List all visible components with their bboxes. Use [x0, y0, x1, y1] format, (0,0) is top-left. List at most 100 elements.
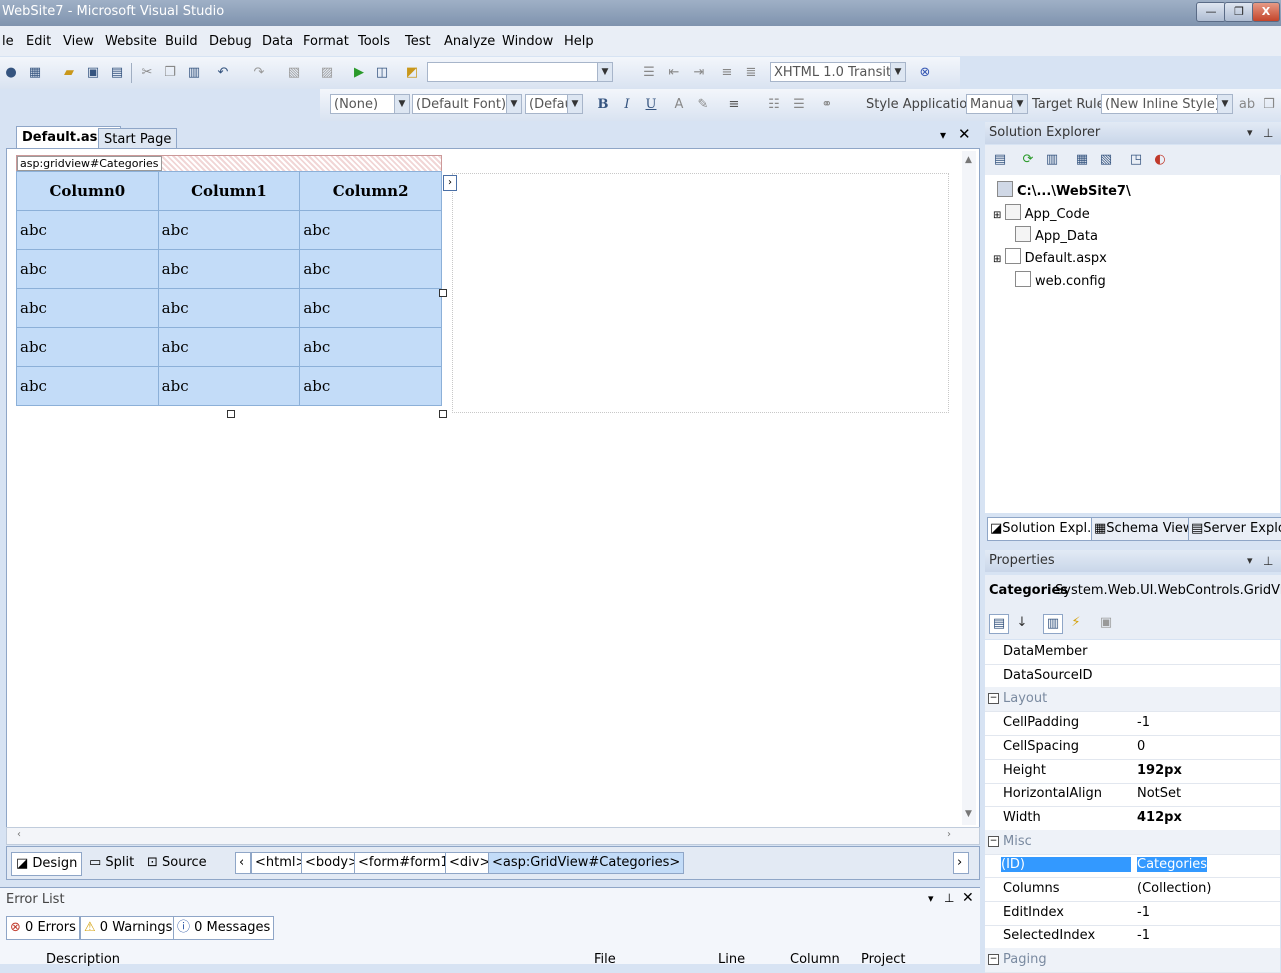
find-in-files-icon[interactable]: ◩ [403, 64, 421, 82]
bullets-icon[interactable]: ☷ [765, 96, 783, 114]
property-value[interactable]: -1 [1137, 715, 1150, 730]
property-row[interactable]: EditIndex -1 [985, 901, 1280, 926]
open-folder-icon[interactable]: ▰ [60, 64, 78, 82]
tab-server-explorer[interactable]: ▤Server Explore [1188, 517, 1281, 541]
tree-item-app-data[interactable]: App_Data [1015, 226, 1098, 244]
properties-view-icon[interactable]: ▥ [1043, 614, 1063, 634]
tree-item-web-config[interactable]: web.config [1015, 271, 1106, 289]
split-view-button[interactable]: ▭ Split [85, 852, 138, 874]
font-size-combo[interactable]: (Default ▼ [525, 94, 583, 114]
property-value[interactable]: 192px [1137, 763, 1182, 778]
close-button[interactable]: X [1252, 2, 1280, 22]
smart-tag-chevron-icon[interactable]: › [443, 175, 457, 191]
categorized-icon[interactable]: ▤ [989, 614, 1009, 634]
tab-solution-explorer[interactable]: ◪Solution Expl... [987, 517, 1094, 541]
header-file[interactable]: File [594, 952, 616, 967]
start-debug-icon[interactable]: ▶ [350, 64, 368, 82]
tab-start-page[interactable]: Start Page [98, 128, 178, 150]
menu-data[interactable]: Data [262, 34, 293, 49]
numbering-icon[interactable]: ☰ [790, 96, 808, 114]
crumb-left-arrow[interactable]: ‹ [235, 852, 251, 874]
panel-dropdown-icon[interactable]: ▾ [1247, 550, 1253, 572]
block-format-combo[interactable]: (None) ▼ [330, 94, 410, 114]
tree-root[interactable]: C:\...\WebSite7\ [997, 181, 1131, 199]
design-surface[interactable]: asp:gridview#Categories Column0 Column1 … [6, 148, 980, 828]
format-icon[interactable]: ≡ [718, 64, 736, 82]
menu-window[interactable]: Window [502, 34, 553, 49]
breadcrumb-div[interactable]: <div> [445, 852, 495, 874]
scroll-right-icon[interactable]: › [947, 829, 951, 840]
italic-button[interactable]: I [618, 96, 636, 114]
close-panel-icon[interactable]: ✕ [962, 890, 974, 906]
property-row[interactable]: CellPadding -1 [985, 711, 1280, 737]
collapse-icon[interactable]: − [988, 954, 999, 966]
nest-files-icon[interactable]: ▥ [1043, 151, 1061, 169]
view-in-browser-icon[interactable]: ◫ [373, 64, 391, 82]
menu-edit[interactable]: Edit [26, 34, 51, 49]
property-category[interactable]: − Paging [985, 948, 1280, 973]
view-code-icon[interactable]: ▦ [1073, 151, 1091, 169]
font-combo[interactable]: (Default Font) ▼ [412, 94, 522, 114]
header-column[interactable]: Column [790, 952, 840, 967]
menu-debug[interactable]: Debug [209, 34, 252, 49]
vertical-scrollbar[interactable] [962, 151, 976, 825]
pin-icon[interactable]: ⊥ [1263, 550, 1273, 572]
property-value[interactable]: NotSet [1137, 786, 1181, 801]
property-value[interactable]: Categories [1137, 857, 1208, 873]
target-rule-combo[interactable]: (New Inline Style) ▼ [1101, 94, 1233, 114]
properties-icon[interactable]: ▤ [991, 151, 1009, 169]
new-project-icon[interactable]: ▦ [26, 64, 44, 82]
scroll-down-icon[interactable]: ▼ [965, 809, 972, 819]
find-combo[interactable]: ▼ [427, 62, 613, 82]
alphabetical-icon[interactable]: ↓ [1013, 614, 1031, 632]
tree-item-app-code[interactable]: ⊞ App_Code [993, 204, 1090, 222]
refresh-icon[interactable]: ⟳ [1019, 151, 1037, 169]
font-color-icon[interactable]: A [670, 96, 688, 114]
resize-handle-bottom[interactable] [227, 410, 235, 418]
indent-icon[interactable]: ⇥ [690, 64, 708, 82]
wrap-icon[interactable]: ≣ [742, 64, 760, 82]
resize-handle-corner[interactable] [439, 410, 447, 418]
pin-icon[interactable]: ⊥ [944, 891, 954, 905]
menu-build[interactable]: Build [165, 34, 198, 49]
navigate-backward-icon[interactable]: ▧ [285, 64, 303, 82]
paste-icon[interactable]: ▥ [185, 64, 203, 82]
view-designer-icon[interactable]: ▧ [1097, 151, 1115, 169]
property-value[interactable]: 412px [1137, 810, 1182, 825]
events-icon[interactable]: ⚡ [1067, 614, 1085, 632]
property-row[interactable]: DataMember [985, 640, 1280, 665]
scroll-left-icon[interactable]: ‹ [17, 829, 21, 840]
style-application-combo[interactable]: Manual ▼ [966, 94, 1028, 114]
property-row[interactable]: Height 192px [985, 759, 1280, 784]
doctype-combo[interactable]: XHTML 1.0 Transition: ▼ [770, 62, 906, 82]
expand-icon[interactable]: ⊞ [993, 210, 1005, 221]
css-icon[interactable]: ❒ [1260, 96, 1278, 114]
property-row[interactable]: (ID) Categories [985, 853, 1280, 879]
object-selector[interactable]: Categories System.Web.UI.WebControls.Gri… [985, 575, 1281, 609]
underline-button[interactable]: U [642, 96, 660, 114]
minimize-button[interactable]: — [1196, 2, 1226, 22]
collapse-icon[interactable]: − [988, 835, 999, 847]
copy-icon[interactable]: ❐ [161, 64, 179, 82]
outdent-icon[interactable]: ⇤ [665, 64, 683, 82]
errors-filter-button[interactable]: ⊗ 0 Errors [6, 916, 80, 940]
gridview-categories[interactable]: Column0 Column1 Column2 abc abc abc abc abc… [16, 171, 442, 406]
warnings-filter-button[interactable]: ⚠ 0 Warnings [80, 916, 177, 940]
collapse-icon[interactable]: − [988, 693, 999, 705]
tab-dropdown-icon[interactable]: ▾ [940, 128, 946, 142]
crumb-right-arrow[interactable]: › [953, 852, 969, 874]
header-project[interactable]: Project [861, 952, 905, 967]
menu-tools[interactable]: Tools [358, 34, 390, 49]
copy-website-icon[interactable]: ◳ [1127, 151, 1145, 169]
apply-style-icon[interactable]: ab [1238, 96, 1256, 114]
design-view-button[interactable]: ◪ Design [11, 852, 83, 876]
comment-icon[interactable]: ☰ [640, 64, 658, 82]
property-row[interactable]: CellSpacing 0 [985, 735, 1280, 760]
pin-icon[interactable]: ⊥ [1263, 122, 1273, 144]
source-view-button[interactable]: ⊡ Source [143, 852, 211, 874]
property-row[interactable]: SelectedIndex -1 [985, 924, 1280, 950]
scroll-up-icon[interactable]: ▲ [965, 155, 972, 165]
resize-handle-right[interactable] [439, 289, 447, 297]
property-category[interactable]: − Misc [985, 829, 1280, 855]
navigate-forward-icon[interactable]: ▨ [318, 64, 336, 82]
